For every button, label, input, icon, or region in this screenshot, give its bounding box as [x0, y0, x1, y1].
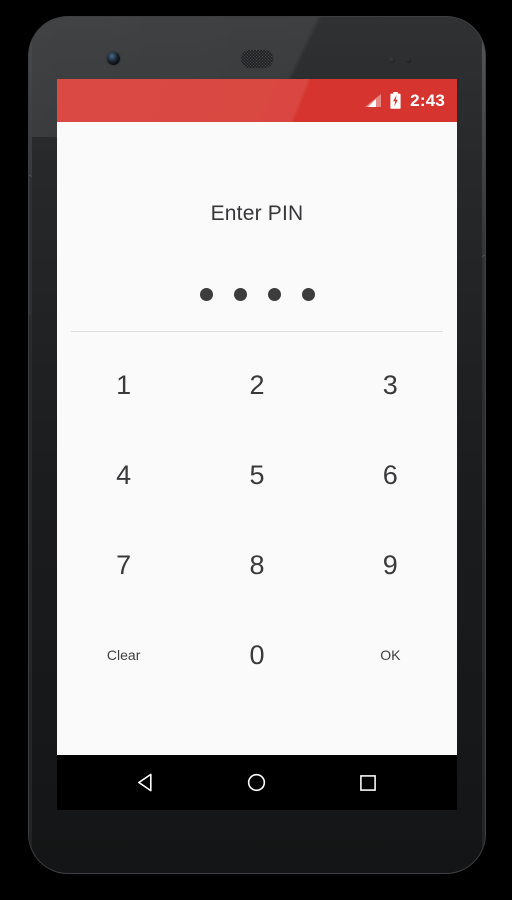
- key-4[interactable]: 4: [57, 430, 190, 520]
- power-button[interactable]: [482, 255, 485, 313]
- key-6[interactable]: 6: [324, 430, 457, 520]
- key-2[interactable]: 2: [190, 340, 323, 430]
- key-8[interactable]: 8: [190, 520, 323, 610]
- nav-home-button[interactable]: [229, 761, 285, 805]
- screenshot-stage: 2:43 Enter PIN 1 2 3 4 5 6 7 8 9 Clear 0 OK: [0, 0, 512, 900]
- earpiece-speaker: [240, 49, 274, 69]
- signal-triangle-icon: [365, 93, 382, 107]
- phone-device-frame: 2:43 Enter PIN 1 2 3 4 5 6 7 8 9 Clear 0 OK: [28, 16, 486, 874]
- recents-square-icon: [359, 774, 376, 791]
- volume-rocker[interactable]: [29, 175, 32, 315]
- key-3[interactable]: 3: [324, 340, 457, 430]
- light-sensor: [406, 58, 411, 63]
- pin-keypad: 1 2 3 4 5 6 7 8 9 Clear 0 OK: [57, 340, 457, 700]
- status-bar-icons: 2:43: [365, 92, 445, 109]
- proximity-sensor: [389, 57, 395, 63]
- pin-title: Enter PIN: [210, 202, 304, 225]
- pin-dot: [301, 288, 315, 301]
- home-circle-icon: [248, 773, 266, 792]
- nav-recents-button[interactable]: [340, 761, 396, 805]
- back-triangle-icon: [137, 773, 152, 792]
- device-right-edge: [482, 17, 485, 873]
- pin-dot: [199, 288, 213, 301]
- key-5[interactable]: 5: [190, 430, 323, 520]
- pin-dot: [267, 288, 281, 301]
- phone-screen: 2:43 Enter PIN 1 2 3 4 5 6 7 8 9 Clear 0 OK: [57, 79, 457, 810]
- key-1[interactable]: 1: [57, 340, 190, 430]
- key-7[interactable]: 7: [57, 520, 190, 610]
- device-left-edge: [29, 17, 32, 873]
- pin-dots-indicator: [57, 288, 457, 301]
- pin-dot: [233, 288, 247, 301]
- battery-charging-icon: [390, 92, 401, 109]
- pin-divider: [71, 331, 443, 332]
- key-clear[interactable]: Clear: [57, 610, 190, 700]
- status-bar-clock: 2:43: [410, 91, 445, 110]
- status-bar: 2:43: [57, 79, 457, 122]
- android-navigation-bar: [57, 755, 457, 810]
- key-ok[interactable]: OK: [324, 610, 457, 700]
- nav-back-button[interactable]: [118, 761, 174, 805]
- front-camera: [107, 52, 120, 65]
- pin-entry-screen: Enter PIN 1 2 3 4 5 6 7 8 9 Clear 0 OK: [57, 122, 457, 755]
- key-9[interactable]: 9: [324, 520, 457, 610]
- key-0[interactable]: 0: [190, 610, 323, 700]
